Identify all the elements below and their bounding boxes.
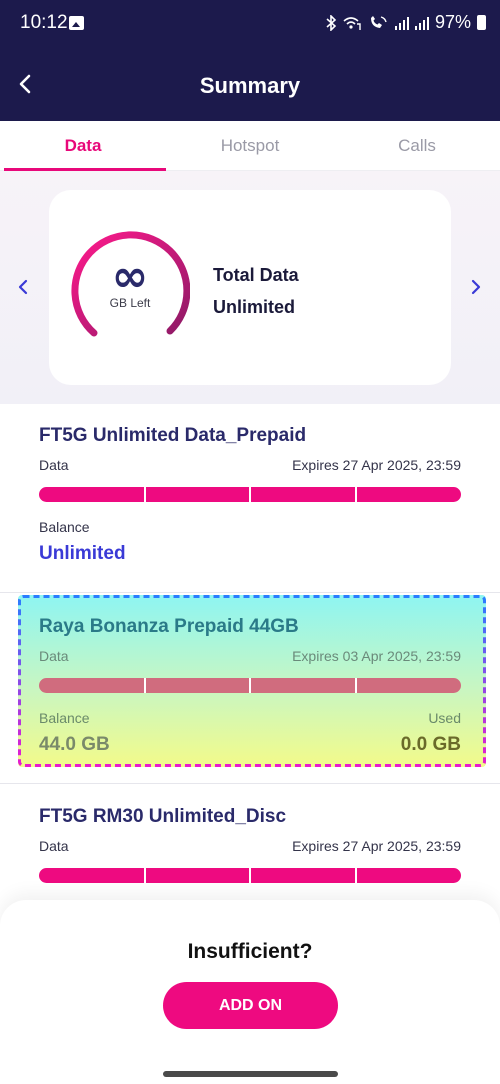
add-on-button[interactable]: ADD ON bbox=[163, 982, 338, 1029]
gauge-label: GB Left bbox=[109, 296, 151, 310]
usage-bar bbox=[39, 868, 461, 883]
chevron-right-icon[interactable] bbox=[469, 277, 483, 297]
divider bbox=[0, 783, 500, 784]
total-data-title: Total Data bbox=[213, 265, 299, 285]
plan-card[interactable]: FT5G Unlimited Data_Prepaid Data Expires… bbox=[0, 404, 500, 592]
status-time: 10:12 bbox=[20, 12, 68, 33]
chevron-left-icon[interactable] bbox=[16, 277, 30, 297]
battery-icon bbox=[477, 15, 486, 30]
total-data-card: ∞ GB Left Total Data Unlimited bbox=[49, 190, 451, 385]
gallery-icon bbox=[69, 16, 84, 30]
tab-bar: Data Hotspot Calls bbox=[0, 121, 500, 171]
usage-bar bbox=[39, 487, 461, 502]
plan-card[interactable]: FT5G RM30 Unlimited_Disc Data Expires 27… bbox=[0, 785, 500, 900]
status-icons: 97% bbox=[326, 12, 486, 33]
summary-carousel: ∞ GB Left Total Data Unlimited bbox=[0, 171, 500, 404]
wifi-calling-icon bbox=[343, 16, 361, 30]
balance-value: Unlimited bbox=[39, 543, 126, 564]
data-label: Data bbox=[39, 457, 69, 473]
total-data-value: Unlimited bbox=[213, 297, 296, 317]
bluetooth-icon bbox=[326, 14, 337, 31]
insufficient-heading: Insufficient? bbox=[187, 940, 313, 963]
tab-calls[interactable]: Calls bbox=[334, 121, 500, 171]
signal-icon bbox=[394, 16, 409, 30]
infinity-symbol: ∞ bbox=[112, 251, 149, 302]
add-on-sheet: Insufficient? ADD ON bbox=[0, 900, 500, 1084]
volte-icon bbox=[370, 15, 387, 28]
page-title: Summary bbox=[199, 73, 301, 98]
tab-hotspot[interactable]: Hotspot bbox=[167, 121, 333, 171]
app-bar: Summary bbox=[0, 48, 500, 121]
expiry-date: Expires 27 Apr 2025, 23:59 bbox=[292, 457, 461, 473]
tab-data[interactable]: Data bbox=[0, 121, 166, 171]
battery-text: 97% bbox=[434, 12, 471, 32]
expiry-date: Expires 27 Apr 2025, 23:59 bbox=[292, 838, 461, 854]
data-gauge: ∞ bbox=[71, 231, 190, 337]
status-bar: 10:12 97% bbox=[0, 0, 500, 48]
data-label: Data bbox=[39, 838, 69, 854]
signal-icon bbox=[414, 16, 429, 30]
highlight-border bbox=[18, 595, 486, 767]
plan-name: FT5G Unlimited Data_Prepaid bbox=[39, 425, 307, 446]
balance-label: Balance bbox=[39, 519, 90, 535]
divider bbox=[0, 592, 500, 593]
home-indicator[interactable] bbox=[163, 1071, 338, 1077]
plan-name: FT5G RM30 Unlimited_Disc bbox=[39, 806, 287, 827]
